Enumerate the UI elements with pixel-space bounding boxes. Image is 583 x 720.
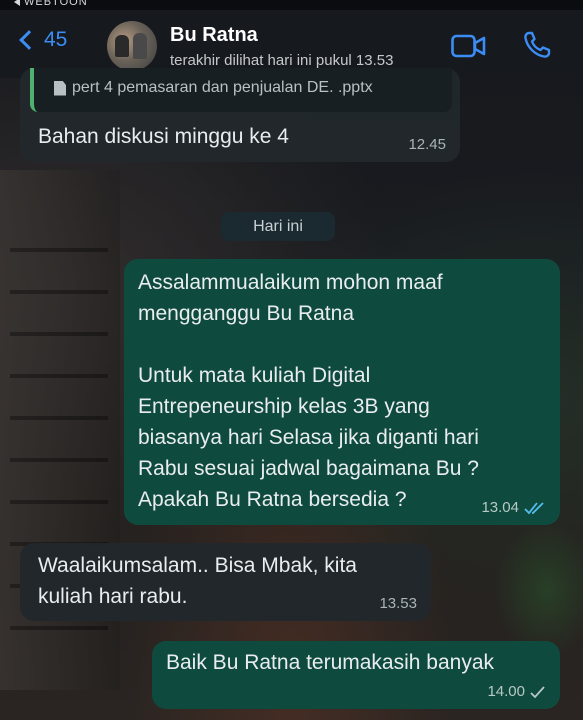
date-separator: Hari ini [221,212,335,241]
message-time-text: 13.04 [481,499,519,516]
message-line: biasanya hari Selasa jika diganti hari [138,426,479,449]
message-outgoing[interactable]: Assalammualaikum mohon maaf mengganggu B… [124,259,560,525]
back-triangle-icon [14,0,20,6]
status-bar: WEBTOON [0,0,583,10]
message-line: kuliah hari rabu. [38,585,188,608]
message-line: Entrepeneurship kelas 3B yang [138,395,430,418]
single-check-sent-icon [530,686,545,699]
phone-icon[interactable] [522,30,552,60]
message-line: mengganggu Bu Ratna [138,302,354,325]
message-text: Bahan diskusi minggu ke 4 [38,125,289,148]
contact-name[interactable]: Bu Ratna [170,24,258,47]
message-line: Untuk mata kuliah Digital [138,364,371,387]
attachment-filename: pert 4 pemasaran dan penjualan DE. .pptx [72,79,373,96]
double-check-read-icon [524,502,544,515]
message-time: 12.45 [408,136,446,154]
message-time-text: 13.53 [379,595,417,612]
message-line: Rabu sesuai jadwal bagaimana Bu ? [138,457,479,480]
chevron-left-icon [19,30,39,50]
video-camera-icon[interactable] [451,34,487,58]
message-line: Assalammualaikum mohon maaf [138,271,443,294]
message-time-text: 12.45 [408,136,446,153]
message-time: 13.53 [379,595,417,613]
contact-avatar[interactable] [107,21,157,71]
back-button[interactable]: 45 [16,28,67,52]
document-icon [54,80,66,96]
wallpaper-tree [493,520,583,660]
message-outgoing[interactable]: Baik Bu Ratna terumakasih banyak 14.00 [152,641,560,709]
message-incoming[interactable]: Waalaikumsalam.. Bisa Mbak, kita kuliah … [20,543,431,621]
message-line: Waalaikumsalam.. Bisa Mbak, kita [38,554,357,577]
message-time-text: 14.00 [487,683,525,700]
unread-count: 45 [44,28,68,51]
message-line: Baik Bu Ratna terumakasih banyak [166,651,495,674]
message-incoming-attachment[interactable]: pert 4 pemasaran dan penjualan DE. .pptx… [20,68,460,162]
attachment-row[interactable]: pert 4 pemasaran dan penjualan DE. .pptx [54,78,373,98]
last-seen-status: terakhir dilihat hari ini pukul 13.53 [170,52,394,69]
message-time: 14.00 [487,683,546,701]
return-to-app[interactable]: WEBTOON [14,0,88,8]
return-app-label: WEBTOON [24,0,88,8]
message-time: 13.04 [481,499,546,517]
